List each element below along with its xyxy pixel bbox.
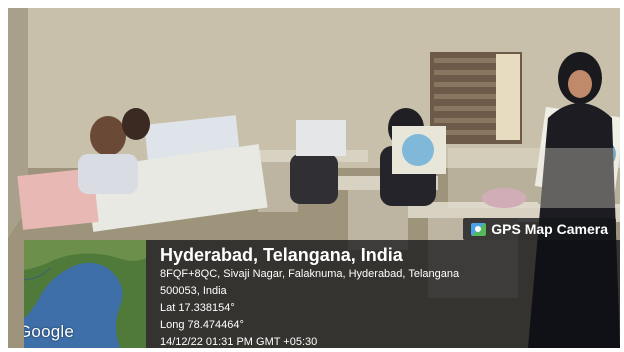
timestamp: 14/12/22 01:31 PM GMT +05:30	[160, 336, 318, 348]
gps-map-camera-badge: GPS Map Camera	[463, 218, 616, 240]
camera-icon	[471, 222, 487, 236]
badge-label: GPS Map Camera	[491, 221, 608, 237]
google-watermark: Google	[24, 322, 75, 341]
address-line-2: 500053, India	[160, 285, 227, 297]
longitude: Long 78.474464°	[160, 319, 244, 331]
location-overlay: Google Hyderabad, Telangana, India 8FQF+…	[24, 240, 620, 348]
location-info: Hyderabad, Telangana, India 8FQF+8QC, Si…	[160, 244, 459, 351]
address-line-1: 8FQF+8QC, Sivaji Nagar, Falaknuma, Hyder…	[160, 268, 460, 280]
map-thumbnail: Google	[24, 240, 146, 348]
latitude: Lat 17.338154°	[160, 302, 235, 314]
location-title: Hyderabad, Telangana, India	[160, 245, 403, 265]
